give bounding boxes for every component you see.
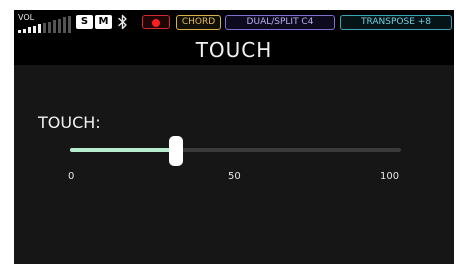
frame: VOL S M CHORD DUAL/SPLIT C4 TRANSPOSE +8… [0,0,456,265]
record-icon [152,18,160,27]
record-button[interactable] [142,15,170,29]
volume-bar [53,20,56,33]
slider-thumb[interactable] [168,136,183,166]
slider-tick-min: 0 [68,171,75,182]
dual-split-button[interactable]: DUAL/SPLIT C4 [225,15,335,30]
volume-indicator[interactable]: VOL [18,13,74,33]
slider-fill [70,148,176,152]
bluetooth-icon[interactable] [117,14,129,30]
device-screen: VOL S M CHORD DUAL/SPLIT C4 TRANSPOSE +8… [14,10,454,264]
volume-bar [58,18,61,33]
title-bar: TOUCH [14,35,454,65]
volume-bar [33,25,36,33]
transpose-button[interactable]: TRANSPOSE +8 [340,15,452,30]
volume-bar [23,28,26,33]
page-title: TOUCH [195,38,273,62]
touch-slider[interactable] [66,134,406,168]
status-bar: VOL S M CHORD DUAL/SPLIT C4 TRANSPOSE +8 [14,10,454,35]
solo-button[interactable]: S [76,15,93,29]
mute-button[interactable]: M [95,15,112,29]
touch-label: TOUCH: [38,113,101,132]
volume-bar [28,27,31,33]
volume-bar [63,17,66,33]
volume-bar [48,21,51,33]
slider-tick-max: 100 [380,171,400,182]
volume-bar [68,16,71,33]
volume-bar [43,23,46,33]
volume-bar [18,30,21,33]
slider-tick-mid: 50 [228,171,241,182]
volume-meter [18,15,74,33]
volume-bar [38,24,41,33]
chord-button[interactable]: CHORD [176,15,221,30]
